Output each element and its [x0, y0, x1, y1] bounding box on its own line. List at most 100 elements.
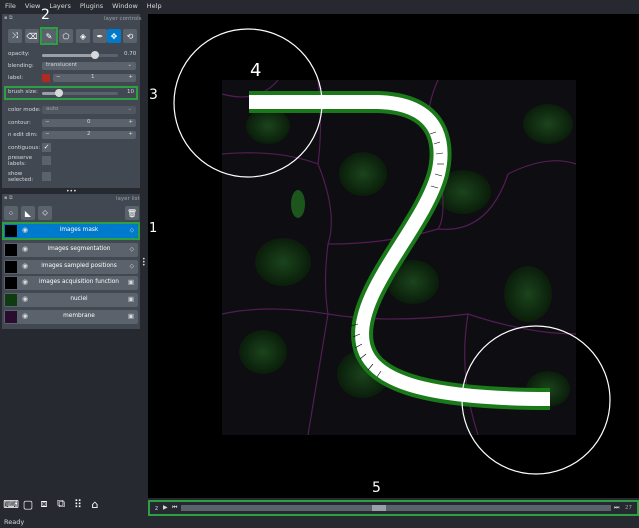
n-edit-dim-spinbox[interactable]: − 2 +	[42, 131, 136, 139]
menu-layers[interactable]: Layers	[49, 2, 71, 10]
show-selected-checkbox[interactable]	[42, 172, 51, 181]
grid-icon[interactable]: ⠿	[72, 498, 84, 511]
contiguous-label: contiguous:	[8, 145, 41, 151]
home-icon[interactable]: ⌂	[89, 498, 101, 511]
label-minus-button[interactable]: −	[56, 74, 61, 80]
roll-dims-icon[interactable]: ⧈	[38, 497, 50, 510]
layer-thumbnail	[5, 261, 17, 273]
eye-icon[interactable]: ◉	[22, 278, 28, 286]
canvas-svg	[173, 28, 611, 475]
status-bar: Ready	[0, 516, 639, 528]
callout-1: 1	[149, 221, 158, 236]
console-icon[interactable]: ⌨	[3, 498, 19, 511]
layer-row[interactable]: ◉ images sampled positions ⬦	[4, 260, 138, 274]
callout-4: 4	[250, 60, 262, 81]
opacity-value: 0.70	[124, 51, 137, 57]
opacity-slider-fill	[42, 54, 96, 57]
panel-dock-icons[interactable]: ▪ ⧉	[4, 195, 13, 201]
pan-zoom-icon[interactable]: ✥	[107, 29, 121, 43]
transform-icon[interactable]: ⟲	[123, 29, 137, 43]
viewer-canvas[interactable]	[148, 14, 639, 498]
preserve-labels-checkbox[interactable]	[42, 156, 51, 165]
layer-controls-title: layer controls	[104, 16, 142, 22]
layer-name: images segmentation	[47, 246, 111, 252]
menu-window[interactable]: Window	[112, 2, 138, 10]
layer-list-title: layer list	[116, 196, 140, 202]
label-value: 1	[91, 74, 95, 80]
layer-name: membrane	[63, 313, 95, 319]
handle-dots[interactable]: • • •	[142, 257, 146, 269]
layer-thumbnail	[5, 311, 17, 323]
n-edit-dim-plus-button[interactable]: +	[128, 131, 133, 137]
new-points-layer-icon[interactable]: ⁘	[4, 206, 18, 220]
layer-name: nuclei	[70, 296, 88, 302]
new-shapes-layer-icon[interactable]: ◣	[21, 206, 35, 220]
eye-icon[interactable]: ◉	[22, 295, 28, 303]
layer-thumbnail	[5, 277, 17, 289]
layer-name: images sampled positions	[41, 263, 117, 269]
label-label: label:	[8, 75, 24, 81]
contour-value: 0	[87, 119, 91, 125]
menu-plugins[interactable]: Plugins	[80, 2, 103, 10]
n-edit-dim-minus-button[interactable]: −	[45, 131, 50, 137]
menu-help[interactable]: Help	[147, 2, 162, 10]
blending-label: blending:	[8, 63, 34, 69]
play-button[interactable]: ▶	[163, 504, 168, 511]
dims-slider-track[interactable]	[181, 505, 611, 511]
transpose-icon[interactable]: ⧉	[55, 497, 67, 510]
preserve-labels-label: preserve labels:	[8, 155, 33, 167]
new-labels-layer-icon[interactable]: ⬦	[38, 206, 52, 220]
step-back-icon[interactable]: ⏮	[172, 504, 177, 512]
label-plus-button[interactable]: +	[128, 74, 133, 80]
blending-value: translucent	[46, 62, 78, 68]
label-icon: ⬦	[129, 245, 134, 253]
callout-2: 2	[41, 7, 50, 23]
panel-dock-icons[interactable]: ▪ ⧉	[4, 15, 13, 21]
layer-row[interactable]: ◉ images segmentation ⬦	[4, 243, 138, 257]
contiguous-checkbox[interactable]: ✓	[42, 143, 51, 152]
contour-spinbox[interactable]: − 0 +	[42, 119, 136, 127]
color-mode-dropdown[interactable]: auto ⌄	[42, 106, 136, 114]
menu-file[interactable]: File	[5, 2, 16, 10]
eye-icon[interactable]: ◉	[22, 312, 28, 320]
dims-slider-thumb[interactable]	[372, 505, 387, 511]
color-mode-value: auto	[46, 106, 59, 112]
blending-dropdown[interactable]: translucent ⌄	[42, 62, 136, 70]
image-icon: ▣	[127, 295, 134, 303]
label-color-swatch	[42, 74, 50, 82]
dims-end-value: 27	[625, 505, 632, 511]
layer-thumbnail	[5, 294, 17, 306]
polygon-icon[interactable]: ⬠	[59, 29, 73, 43]
layer-thumbnail	[5, 244, 17, 256]
shuffle-icon[interactable]: ⤨	[8, 29, 22, 43]
contour-minus-button[interactable]: −	[45, 119, 50, 125]
contour-label: contour:	[8, 120, 31, 126]
opacity-label: opacity:	[8, 51, 30, 57]
image-icon: ▣	[127, 278, 134, 286]
chevron-down-icon: ⌄	[127, 106, 132, 112]
delete-layer-icon[interactable]: 🗑	[125, 206, 139, 220]
color-mode-label: color mode:	[8, 107, 41, 113]
color-picker-icon[interactable]: ✒	[93, 29, 107, 43]
fill-bucket-icon[interactable]: ◈	[76, 29, 90, 43]
brush-size-slider[interactable]	[42, 89, 118, 97]
erase-icon[interactable]: ⌫	[25, 29, 39, 43]
layer-row[interactable]: ◉ nuclei ▣	[4, 293, 138, 307]
opacity-slider[interactable]	[42, 51, 118, 59]
step-forward-icon[interactable]: ⏭	[614, 504, 619, 512]
callout-1-highlight	[2, 222, 140, 240]
label-spinbox[interactable]: − 1 +	[53, 74, 136, 82]
toggle-ndisplay-icon[interactable]: ▢	[22, 498, 34, 511]
label-icon: ⬦	[129, 262, 134, 270]
dims-axis-label: z	[155, 505, 159, 512]
contour-plus-button[interactable]: +	[128, 119, 133, 125]
menu-view[interactable]: View	[25, 2, 40, 10]
layer-row[interactable]: ◉ membrane ▣	[4, 310, 138, 324]
layer-row[interactable]: ◉ images acquisition function ▣	[4, 276, 138, 290]
eye-icon[interactable]: ◉	[22, 245, 28, 253]
callout-2-highlight	[40, 27, 58, 45]
menu-bar: File View Layers Plugins Window Help	[0, 0, 639, 12]
eye-icon[interactable]: ◉	[22, 262, 28, 270]
show-selected-label: show selected:	[8, 171, 34, 183]
check-icon: ✓	[43, 143, 50, 151]
